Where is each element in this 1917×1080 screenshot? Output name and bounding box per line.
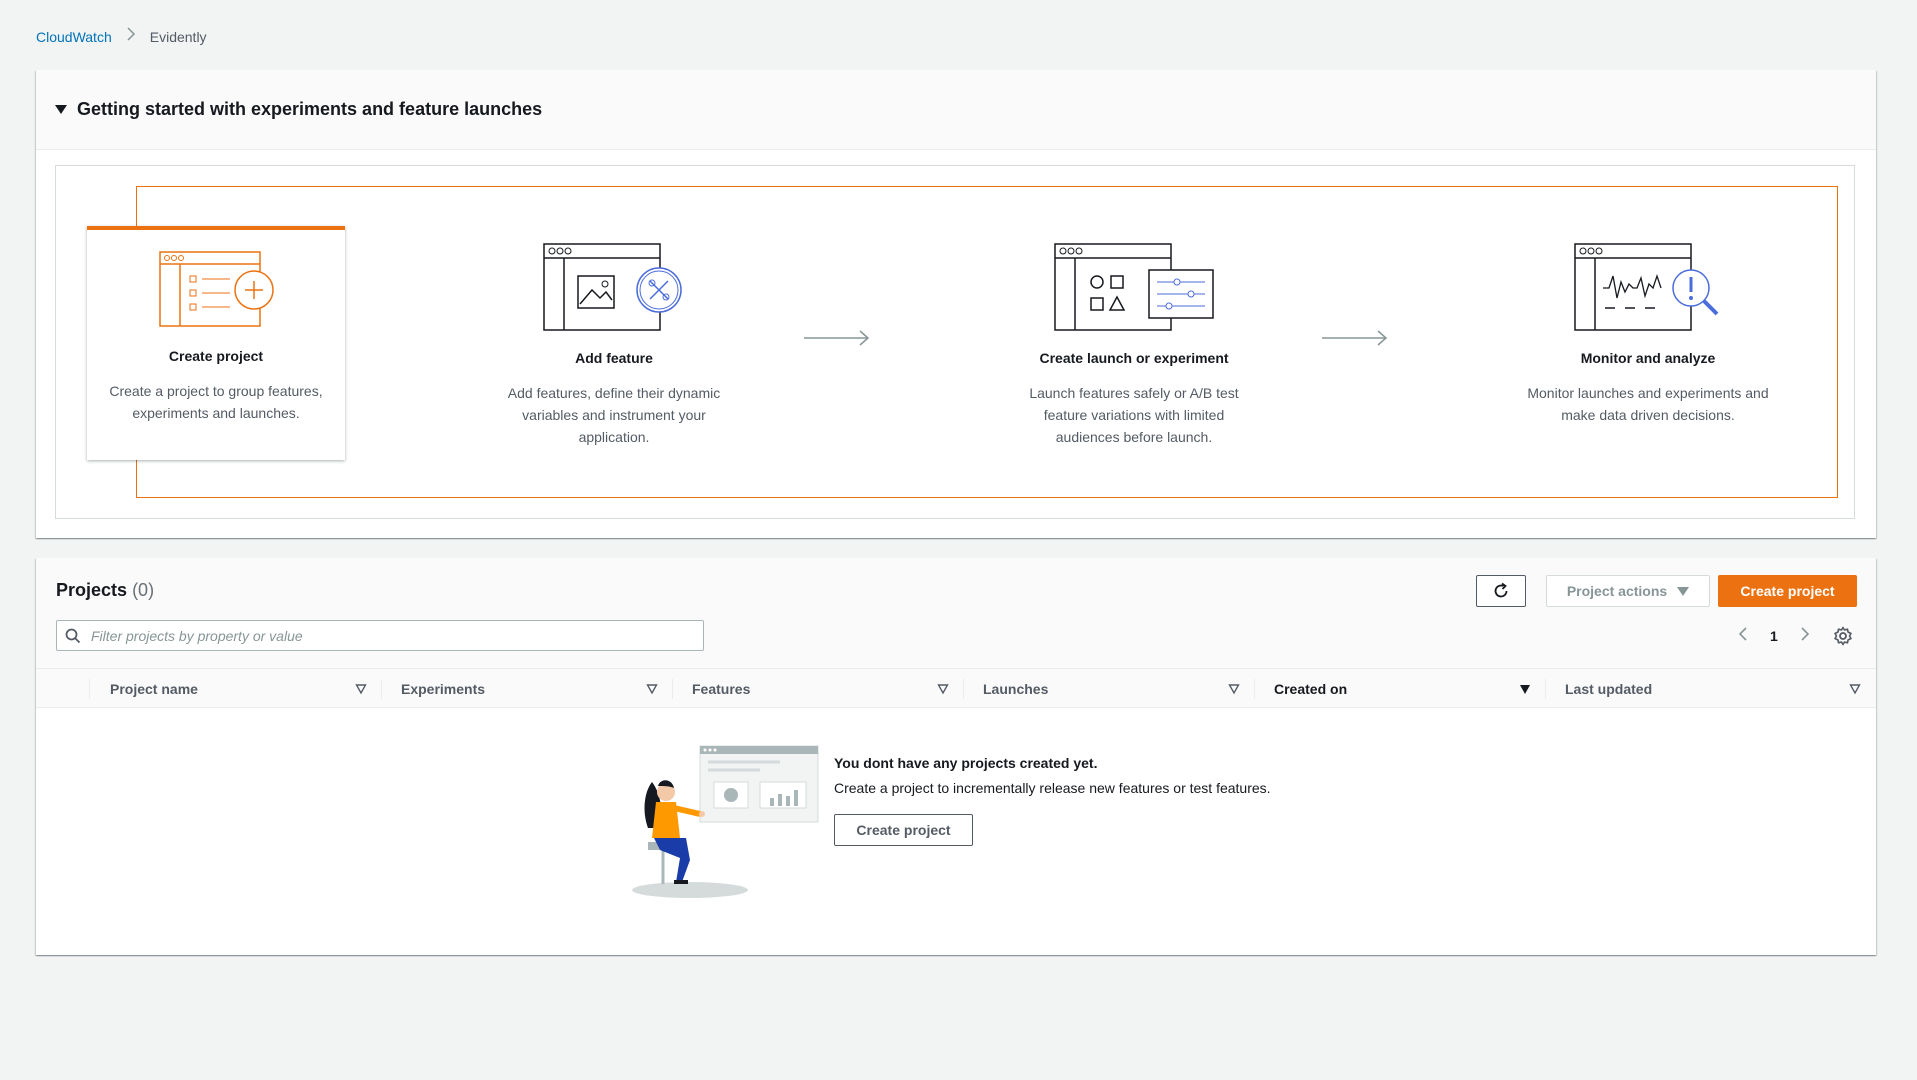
add-feature-icon	[543, 243, 682, 331]
page-number[interactable]: 1	[1770, 628, 1778, 644]
breadcrumb: CloudWatch Evidently	[36, 26, 207, 47]
getting-started-panel: Getting started with experiments and fea…	[36, 70, 1876, 538]
project-actions-dropdown[interactable]: Project actions	[1546, 575, 1710, 607]
previous-page-button[interactable]	[1738, 626, 1748, 647]
projects-title: Projects (0)	[56, 580, 155, 600]
step-description: Create a project to group features, expe…	[109, 383, 323, 421]
sort-icon	[1228, 684, 1240, 695]
chevron-right-icon	[1801, 626, 1809, 641]
step-title: Monitor and analyze	[1580, 350, 1716, 366]
pagination: 1	[1738, 622, 1810, 650]
empty-state-illustration	[632, 745, 819, 898]
column-divider	[1545, 679, 1546, 699]
column-header-last-updated[interactable]: Last updated	[1565, 669, 1855, 709]
step-title: Create project	[168, 348, 264, 364]
next-page-button[interactable]	[1800, 626, 1810, 647]
column-divider	[381, 679, 382, 699]
projects-count: (0)	[132, 580, 155, 600]
breadcrumb-cloudwatch-link[interactable]: CloudWatch	[36, 29, 112, 45]
column-divider	[1254, 679, 1255, 699]
step-description: Add features, define their dynamic varia…	[507, 385, 721, 445]
breadcrumb-current: Evidently	[149, 28, 207, 45]
projects-panel: Projects (0) Project actions Create proj…	[36, 558, 1876, 955]
caret-down-icon	[55, 105, 67, 114]
sort-icon	[355, 684, 367, 695]
chevron-left-icon	[1738, 626, 1747, 641]
sort-icon	[937, 684, 949, 695]
getting-started-steps: Create project Create a project to group…	[55, 165, 1855, 519]
table-header: Project name Experiments Features Launch…	[36, 668, 1876, 708]
chevron-right-icon	[126, 26, 136, 47]
column-divider	[963, 679, 964, 699]
create-project-icon	[159, 251, 274, 327]
search-icon	[65, 628, 81, 643]
arrow-right-icon	[1322, 330, 1388, 346]
step-monitor-analyze: Monitor and analyze Monitor launches and…	[1488, 242, 1808, 426]
column-divider	[89, 679, 90, 699]
step-create-launch-experiment: Create launch or experiment Launch featu…	[974, 242, 1294, 448]
table-preferences-button[interactable]	[1833, 626, 1853, 646]
monitor-analyze-icon	[1574, 243, 1719, 331]
empty-state-title: You dont have any projects created yet.	[834, 755, 1098, 771]
getting-started-toggle[interactable]: Getting started with experiments and fea…	[36, 70, 1876, 150]
arrow-right-icon	[804, 330, 870, 346]
step-title: Create launch or experiment	[1039, 350, 1229, 366]
filter-box	[56, 620, 704, 651]
step-create-project: Create project Create a project to group…	[87, 250, 345, 424]
refresh-button[interactable]	[1476, 575, 1526, 607]
step-title: Add feature	[575, 350, 653, 366]
filter-projects-input[interactable]	[91, 627, 691, 644]
step-description: Monitor launches and experiments and mak…	[1527, 385, 1769, 423]
caret-down-icon	[1677, 586, 1690, 596]
empty-state-description: Create a project to incrementally releas…	[834, 780, 1271, 796]
step-add-feature: Add feature Add features, define their d…	[459, 242, 769, 448]
sort-descending-icon	[1520, 685, 1530, 694]
sort-icon	[1849, 684, 1861, 695]
gear-icon	[1834, 626, 1852, 646]
empty-create-project-button[interactable]: Create project	[834, 814, 973, 846]
create-project-button[interactable]: Create project	[1718, 575, 1857, 607]
launch-experiment-icon	[1054, 243, 1214, 331]
empty-state: You dont have any projects created yet. …	[36, 708, 1876, 955]
column-divider	[672, 679, 673, 699]
projects-header: Projects (0) Project actions Create proj…	[36, 558, 1876, 668]
refresh-icon	[1494, 582, 1508, 598]
sort-icon	[646, 684, 658, 695]
step-description: Launch features safely or A/B test featu…	[1029, 385, 1239, 445]
getting-started-title: Getting started with experiments and fea…	[77, 99, 543, 119]
